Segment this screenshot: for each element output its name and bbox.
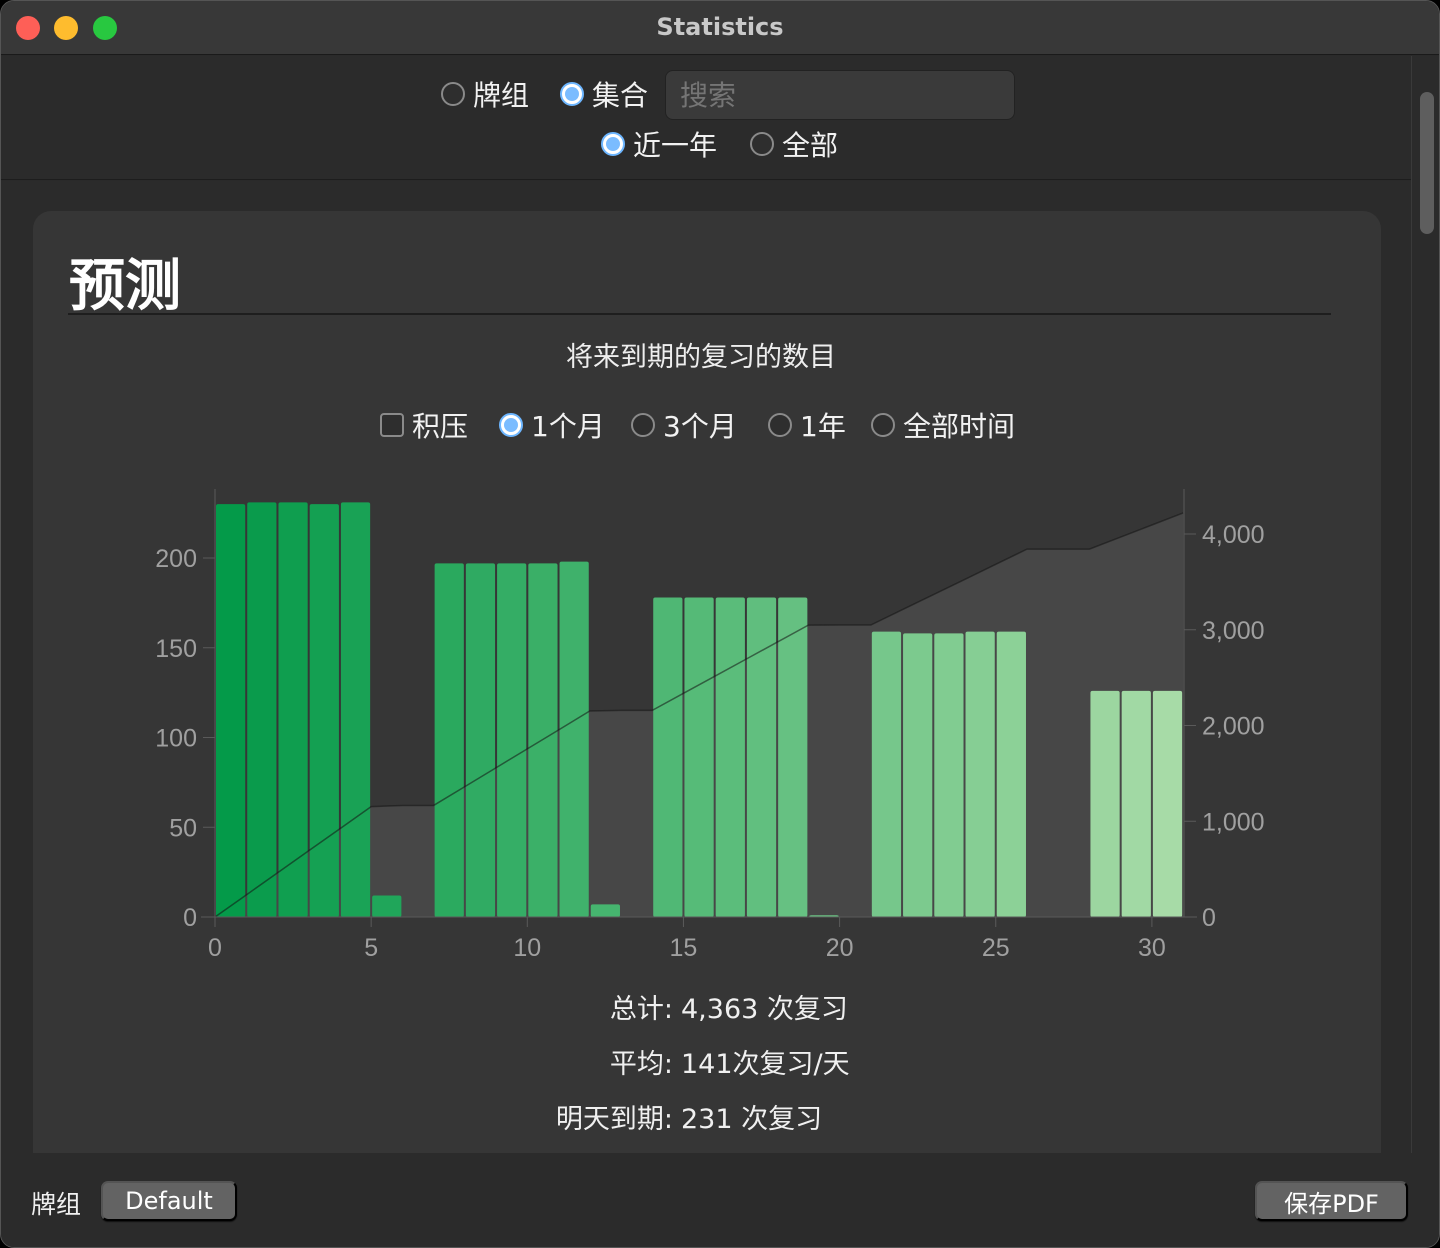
- bar-day-23: [934, 633, 964, 917]
- deck-label: 牌组: [31, 1190, 82, 1219]
- x-tick-label: 30: [1138, 934, 1166, 962]
- x-tick-label: 15: [670, 934, 698, 962]
- bar-day-18: [778, 597, 808, 917]
- x-tick-label: 25: [982, 934, 1010, 962]
- stats-table: 总计: 4,363 次复习 平均: 141次复习/天 明天到期: 231 次复习: [401, 979, 1101, 1144]
- y-tick-label: 100: [155, 725, 197, 753]
- x-tick-label: 10: [513, 934, 541, 962]
- bar-day-29: [1121, 690, 1151, 917]
- y-tick-label: 150: [155, 635, 197, 663]
- bar-day-30: [1152, 690, 1183, 917]
- bar-day-9: [497, 563, 527, 917]
- y-tick-label: 50: [169, 814, 197, 842]
- bar-day-5: [372, 895, 402, 917]
- stat-value: 4,363 次复习: [681, 994, 848, 1025]
- stat-label: 明天到期:: [555, 1104, 673, 1135]
- y-tick-label: 200: [155, 545, 197, 573]
- stat-average: 平均: 141次复习/天: [401, 1034, 1101, 1089]
- y2-tick-label: 3,000: [1202, 617, 1265, 645]
- bar-day-25: [996, 631, 1026, 917]
- bar-day-4: [340, 502, 371, 917]
- bar-day-24: [965, 631, 995, 917]
- bar-day-22: [903, 633, 933, 917]
- bar-day-7: [434, 563, 464, 917]
- stat-label: 总计:: [609, 994, 673, 1025]
- bar-day-0: [216, 504, 246, 917]
- bar-day-15: [684, 597, 714, 917]
- save-pdf-button[interactable]: 保存PDF: [1255, 1181, 1408, 1221]
- bar-day-14: [653, 597, 683, 917]
- y2-tick-label: 2,000: [1202, 713, 1265, 741]
- y2-tick-label: 0: [1202, 904, 1216, 932]
- x-tick-label: 0: [208, 934, 222, 962]
- stat-label: 平均:: [609, 1049, 673, 1080]
- deck-select-button[interactable]: Default: [101, 1181, 237, 1221]
- stat-value: 231 次复习: [681, 1104, 823, 1135]
- bar-day-21: [871, 631, 902, 917]
- bar-day-16: [715, 597, 745, 917]
- bar-day-12: [590, 904, 620, 917]
- stat-due-tomorrow: 明天到期: 231 次复习: [401, 1089, 1101, 1144]
- stat-value: 141次复习/天: [681, 1049, 850, 1080]
- bar-day-1: [247, 502, 277, 917]
- bar-day-3: [309, 504, 339, 917]
- bar-day-28: [1090, 690, 1120, 917]
- y2-tick-label: 4,000: [1202, 521, 1265, 549]
- y-tick-label: 0: [183, 904, 197, 932]
- y2-tick-label: 1,000: [1202, 808, 1265, 836]
- bar-day-8: [465, 563, 496, 917]
- x-tick-label: 5: [364, 934, 378, 962]
- x-tick-label: 20: [826, 934, 854, 962]
- statistics-window: Statistics 牌组 集合 近一年 全部 预测 将来到期的复习的数目 积压…: [0, 0, 1440, 1248]
- bar-day-11: [559, 561, 589, 917]
- footer-bar: 牌组 Default 保存PDF: [1, 1153, 1439, 1247]
- stat-total: 总计: 4,363 次复习: [401, 979, 1101, 1034]
